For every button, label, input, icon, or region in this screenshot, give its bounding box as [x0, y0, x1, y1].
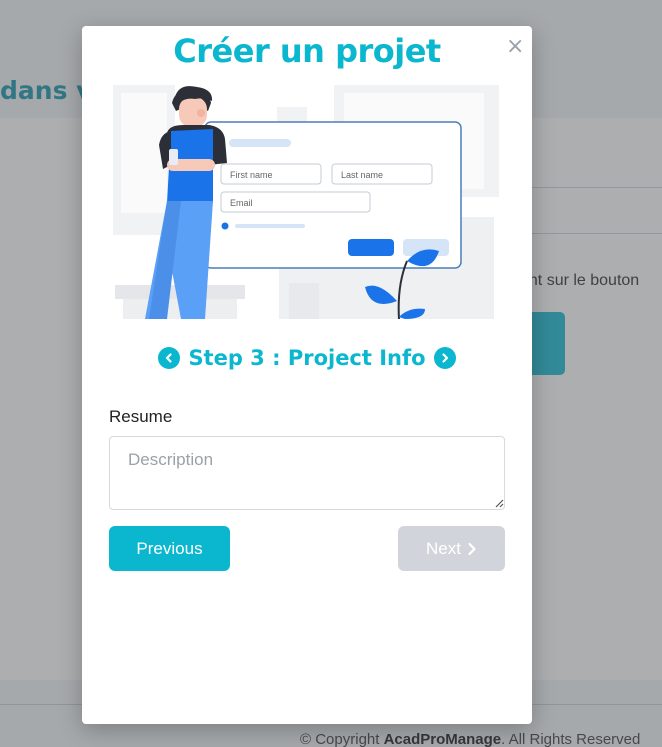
chevron-right-icon — [468, 542, 476, 555]
modal-title: Créer un projet — [173, 32, 441, 70]
next-button-label: Next — [426, 538, 461, 558]
resume-description-input[interactable] — [109, 436, 505, 510]
step-navigation: Step 3 : Project Info — [82, 346, 532, 370]
chevron-left-icon[interactable] — [158, 347, 181, 369]
step-title: Step 3 : Project Info — [188, 346, 426, 370]
illustration-first-name: First name — [230, 170, 273, 180]
illustration-graphic: First name Last name Email — [109, 85, 503, 319]
create-project-modal: × Créer un projet First name Last name E… — [82, 26, 532, 724]
resume-label: Resume — [109, 407, 173, 426]
project-form-illustration: First name Last name Email — [109, 85, 503, 319]
resize-handle-icon[interactable] — [494, 498, 504, 508]
previous-button[interactable]: Previous — [109, 526, 230, 571]
illustration-email: Email — [230, 198, 253, 208]
chevron-right-icon[interactable] — [433, 347, 456, 369]
next-button[interactable]: Next — [398, 526, 505, 571]
illustration-last-name: Last name — [341, 170, 383, 180]
